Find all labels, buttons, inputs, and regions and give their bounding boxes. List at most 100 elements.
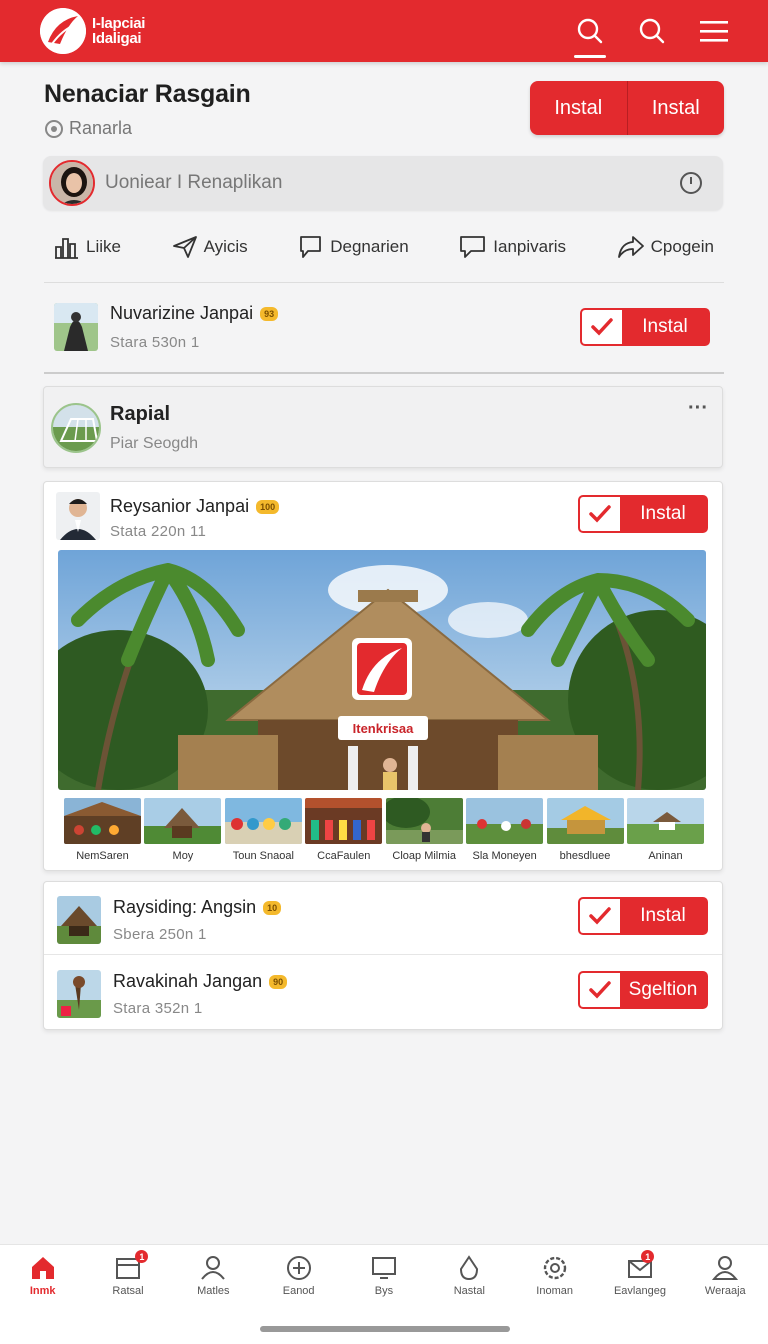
nav-label: Ratsal (112, 1285, 144, 1297)
gallery-item[interactable]: CcaFaulen (305, 798, 383, 862)
post-hero-image[interactable]: Itenkrisaa (58, 550, 706, 790)
nav-label: Inoman (536, 1285, 573, 1297)
gallery-item[interactable]: Toun Snaoal (224, 798, 302, 862)
app-title-line1: I-lapciai (92, 15, 146, 32)
nav-label: Weraaja (704, 1285, 746, 1297)
subtitle-text: Ranarla (69, 118, 133, 138)
avatar[interactable] (49, 160, 95, 206)
search-icon (639, 18, 665, 44)
action-send[interactable]: Ayicis (172, 230, 248, 264)
list-item[interactable]: Raysiding: Angsin 10 Sbera 250n 1 Instal (44, 892, 722, 948)
level-badge: 93 (260, 306, 279, 321)
drop-icon (460, 1255, 479, 1281)
share-icon (617, 236, 644, 258)
top-app-bar: I-lapciai Idaligai (0, 0, 768, 62)
install-button[interactable]: Instal (578, 897, 708, 935)
item-title: Ravakinah Jangan 90 (113, 971, 288, 992)
check-icon (589, 505, 611, 523)
more-options-button[interactable]: ··· (688, 397, 708, 420)
check-icon (589, 907, 611, 925)
item-title-text: Ravakinah Jangan (113, 971, 263, 991)
gallery-strip: NemSaren Moy Toun Snaoal CcaFaulen Cloap… (64, 798, 704, 862)
search-bar[interactable]: Uoniear I Renaplikan (43, 156, 723, 210)
action-comment[interactable]: Degnarien (298, 230, 409, 264)
gallery-item[interactable]: Sla Moneyen (466, 798, 544, 862)
nav-item-messages[interactable]: 1 Eavlangeg (597, 1245, 682, 1344)
item-meta: Stara 530n 1 (110, 334, 200, 351)
item-title: Nuvarizine Janpai 93 (110, 303, 279, 324)
search-button[interactable] (630, 0, 674, 62)
nav-label: Nastal (453, 1285, 485, 1297)
nav-item-settings[interactable]: Inoman (512, 1245, 597, 1344)
location-icon (45, 119, 63, 138)
plus-circle-icon (286, 1256, 311, 1280)
post-author: Reysanior Janpai 100 (110, 496, 280, 517)
profile-icon (712, 1256, 739, 1280)
app-title-line2: Idaligai (92, 30, 142, 47)
item-thumbnail (57, 970, 101, 1018)
hamburger-menu-icon (700, 21, 728, 42)
selection-button-label: Sgeltion (628, 979, 698, 1000)
gallery-item[interactable]: bhesdluee (546, 798, 624, 862)
brand-logo[interactable] (40, 8, 86, 54)
install-left-button[interactable]: Instal (530, 81, 628, 135)
action-send-label: Ayicis (203, 237, 248, 256)
post-meta: Stata 220n 11 (110, 523, 207, 540)
comment-icon (300, 236, 322, 258)
send-icon (172, 236, 197, 258)
divider (44, 372, 724, 374)
install-button[interactable]: Instal (578, 495, 708, 533)
gallery-item[interactable]: Aninan (626, 798, 704, 862)
search-tab-button[interactable] (568, 0, 612, 62)
nav-item-home[interactable]: Inmk (0, 1245, 85, 1344)
list-card: Raysiding: Angsin 10 Sbera 250n 1 Instal … (43, 881, 723, 1030)
action-bar: Liike Ayicis Degnarien Ianpivaris Cpogei… (44, 230, 724, 264)
action-share[interactable]: Cpogein (617, 230, 714, 264)
nav-item-matles[interactable]: Matles (171, 1245, 256, 1344)
group-card[interactable]: Rapial Piar Seogdh ··· (43, 386, 723, 468)
page-header: Nenaciar Rasgain Ranarla Instal Instal (44, 80, 724, 140)
monitor-icon (371, 1257, 396, 1279)
action-share-label: Cpogein (650, 237, 714, 256)
gallery-label: CcaFaulen (317, 850, 371, 862)
item-title-text: Nuvarizine Janpai (110, 303, 254, 323)
nav-item-profile[interactable]: Weraaja (683, 1245, 768, 1344)
clock-icon[interactable] (679, 171, 703, 195)
install-button[interactable]: Instal (580, 308, 710, 346)
nav-label: Eanod (282, 1285, 315, 1297)
user-icon (201, 1256, 226, 1280)
gallery-item[interactable]: Cloap Milmia (385, 798, 463, 862)
group-subtitle: Piar Seogdh (110, 435, 199, 452)
level-badge: 100 (256, 499, 280, 514)
gallery-label: Cloap Milmia (392, 850, 456, 862)
bar-chart-icon (55, 238, 78, 259)
list-item[interactable]: Ravakinah Jangan 90 Stara 352n 1 Sgeltion (44, 966, 722, 1022)
nav-label: Eavlangeg (613, 1285, 666, 1297)
check-icon (591, 318, 613, 336)
divider (44, 954, 722, 955)
author-avatar (56, 492, 100, 540)
gallery-label: bhesdluee (559, 850, 611, 862)
gallery-label: Toun Snaoal (232, 850, 294, 862)
install-right-button[interactable]: Instal (628, 81, 725, 135)
notification-badge: 1 (135, 1250, 149, 1263)
action-like[interactable]: Liike (54, 230, 121, 264)
app-title: I-lapciai Idaligai (92, 16, 145, 46)
search-icon (577, 18, 603, 44)
search-input[interactable]: Uoniear I Renaplikan (105, 172, 282, 194)
gallery-label: NemSaren (76, 850, 129, 862)
item-thumbnail (57, 896, 101, 944)
list-item[interactable]: Nuvarizine Janpai 93 Stara 530n 1 Instal (44, 298, 724, 356)
post-card: Reysanior Janpai 100 Stata 220n 11 Instal (43, 481, 723, 871)
gallery-item[interactable]: NemSaren (64, 798, 141, 862)
menu-button[interactable] (692, 0, 736, 62)
install-button-label: Instal (640, 905, 686, 926)
divider (44, 282, 724, 283)
nav-item-calendar[interactable]: 1 Ratsal (85, 1245, 170, 1344)
selection-button[interactable]: Sgeltion (578, 971, 708, 1009)
action-chat-label: Ianpivaris (493, 237, 567, 256)
action-chat[interactable]: Ianpivaris (459, 230, 566, 264)
item-title-text: Raysiding: Angsin (113, 897, 257, 917)
gallery-item[interactable]: Moy (144, 798, 222, 862)
item-meta: Sbera 250n 1 (113, 926, 207, 943)
